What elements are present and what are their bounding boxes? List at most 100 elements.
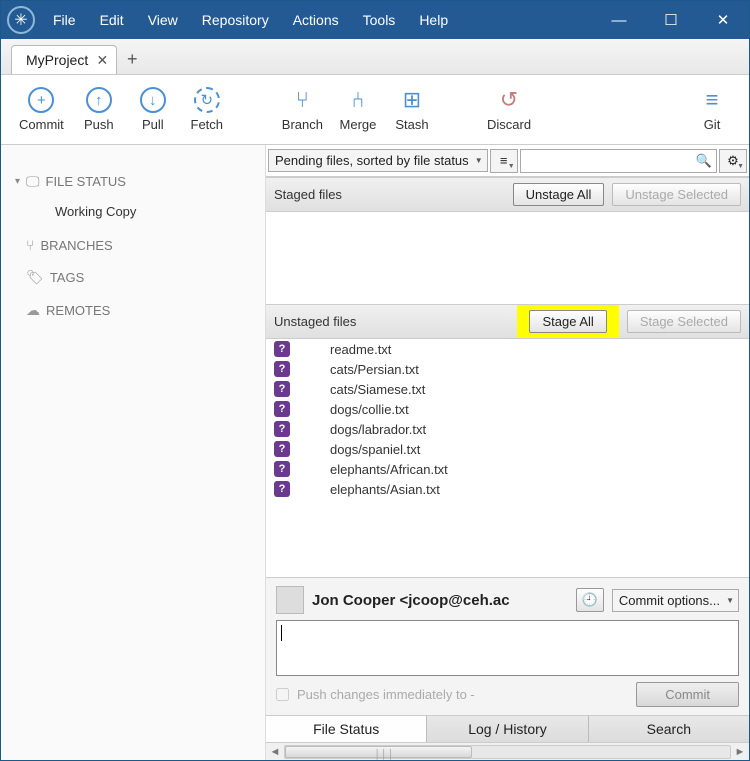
tab-bar: MyProject ✕ +	[1, 39, 749, 75]
unknown-status-icon: ?	[274, 361, 290, 377]
search-icon: 🔍	[696, 153, 712, 169]
sidebar-remotes[interactable]: ▾ ☁ REMOTES	[11, 294, 255, 327]
menu-view[interactable]: View	[138, 8, 188, 32]
file-name: dogs/spaniel.txt	[302, 442, 420, 457]
push-label: Push changes immediately to -	[297, 687, 475, 702]
arrow-up-icon: ↑	[86, 87, 112, 113]
file-row[interactable]: ?readme.txt	[266, 339, 749, 359]
menu-actions[interactable]: Actions	[283, 8, 349, 32]
file-row[interactable]: ? dogs/collie.txt	[266, 399, 749, 419]
fetch-button[interactable]: ↻Fetch	[180, 83, 234, 136]
tab-label: MyProject	[26, 52, 88, 68]
unknown-status-icon: ?	[274, 401, 290, 417]
tab-log-history[interactable]: Log / History	[426, 716, 587, 742]
sidebar-file-status[interactable]: ▾ 🖵 FILE STATUS	[11, 165, 255, 198]
horizontal-scrollbar[interactable]: ◄ │││ ►	[266, 742, 749, 760]
stage-selected-button[interactable]: Stage Selected	[627, 310, 741, 333]
tag-icon: 🏷	[26, 269, 44, 286]
stash-icon: ⊞	[399, 87, 425, 113]
file-name: dogs/labrador.txt	[302, 422, 426, 437]
titlebar: ✳ File Edit View Repository Actions Tool…	[1, 1, 749, 39]
maximize-button[interactable]: ☐	[645, 1, 697, 39]
discard-icon: ↺	[496, 87, 522, 113]
menu-bar: File Edit View Repository Actions Tools …	[43, 8, 458, 32]
merge-button[interactable]: ⑃Merge	[331, 83, 385, 136]
file-name: cats/Siamese.txt	[302, 382, 425, 397]
commit-message-input[interactable]	[276, 620, 739, 676]
chevron-down-icon: ▾	[15, 176, 20, 187]
sidebar-tags[interactable]: ▾ 🏷 TAGS	[11, 261, 255, 294]
file-name: elephants/Asian.txt	[302, 482, 440, 497]
commit-submit-button[interactable]: Commit	[636, 682, 739, 707]
new-tab-button[interactable]: +	[117, 49, 147, 74]
menu-file[interactable]: File	[43, 8, 86, 32]
menu-repository[interactable]: Repository	[192, 8, 279, 32]
plus-icon: +	[28, 87, 54, 113]
merge-icon: ⑃	[345, 87, 371, 113]
refresh-icon: ↻	[194, 87, 220, 113]
menu-tools[interactable]: Tools	[353, 8, 406, 32]
discard-button[interactable]: ↺Discard	[479, 83, 539, 136]
file-row[interactable]: ? dogs/labrador.txt	[266, 419, 749, 439]
branch-icon: ⑂	[289, 87, 315, 113]
file-row[interactable]: ? elephants/African.txt	[266, 459, 749, 479]
unknown-status-icon: ?	[274, 421, 290, 437]
tab-search[interactable]: Search	[588, 716, 749, 742]
scrollbar-thumb[interactable]: │││	[285, 746, 472, 758]
settings-button[interactable]: ⚙	[719, 149, 747, 173]
minimize-button[interactable]: ―	[593, 1, 645, 39]
app-logo-icon: ✳	[7, 6, 35, 34]
file-row[interactable]: ? cats/Persian.txt	[266, 359, 749, 379]
avatar	[276, 586, 304, 614]
staged-title: Staged files	[274, 187, 342, 202]
scroll-right-icon[interactable]: ►	[731, 746, 749, 758]
pull-button[interactable]: ↓Pull	[126, 83, 180, 136]
commit-button[interactable]: +Commit	[11, 83, 72, 136]
commit-author: Jon Cooper <jcoop@ceh.ac	[312, 592, 568, 609]
stage-all-button[interactable]: Stage All	[529, 310, 606, 333]
bottom-tabs: File Status Log / History Search	[266, 715, 749, 742]
unstage-all-button[interactable]: Unstage All	[513, 183, 605, 206]
file-name: elephants/African.txt	[302, 462, 448, 477]
file-name: readme.txt	[302, 342, 391, 357]
sidebar-branches[interactable]: ▾ ⑂ BRANCHES	[11, 229, 255, 261]
history-button[interactable]: 🕘	[576, 588, 604, 612]
unstaged-header: Unstaged files Stage All Stage Selected	[266, 304, 749, 339]
scroll-left-icon[interactable]: ◄	[266, 746, 284, 758]
commit-options-dropdown[interactable]: Commit options...	[612, 589, 739, 612]
branch-button[interactable]: ⑂Branch	[274, 83, 331, 136]
toolbar: +Commit ↑Push ↓Pull ↻Fetch ⑂Branch ⑃Merg…	[1, 75, 749, 145]
cloud-icon: ☁	[26, 302, 40, 319]
terminal-icon: ≡	[699, 87, 725, 113]
push-immediately-checkbox[interactable]	[276, 688, 289, 701]
sidebar-working-copy[interactable]: Working Copy	[11, 198, 255, 229]
push-button[interactable]: ↑Push	[72, 83, 126, 136]
file-row[interactable]: ? cats/Siamese.txt	[266, 379, 749, 399]
file-row[interactable]: ? elephants/Asian.txt	[266, 479, 749, 499]
close-tab-icon[interactable]: ✕	[97, 52, 109, 69]
menu-help[interactable]: Help	[409, 8, 458, 32]
unknown-status-icon: ?	[274, 381, 290, 397]
unknown-status-icon: ?	[274, 461, 290, 477]
menu-edit[interactable]: Edit	[90, 8, 134, 32]
stash-button[interactable]: ⊞Stash	[385, 83, 439, 136]
file-row[interactable]: ?dogs/spaniel.txt	[266, 439, 749, 459]
unknown-status-icon: ?	[274, 481, 290, 497]
view-mode-button[interactable]: ≡	[490, 149, 518, 173]
branch-icon: ⑂	[26, 237, 34, 253]
search-input[interactable]: 🔍	[520, 149, 717, 173]
repo-tab[interactable]: MyProject ✕	[11, 45, 117, 74]
file-name: dogs/collie.txt	[302, 402, 409, 417]
unstaged-title: Unstaged files	[274, 314, 356, 329]
arrow-down-icon: ↓	[140, 87, 166, 113]
git-console-button[interactable]: ≡Git	[685, 83, 739, 136]
unstaged-files-pane: ?readme.txt?cats/Persian.txt?cats/Siames…	[266, 339, 749, 577]
monitor-icon: 🖵	[26, 173, 40, 190]
file-filter-dropdown[interactable]: Pending files, sorted by file status	[268, 149, 488, 172]
filter-bar: Pending files, sorted by file status ≡ 🔍…	[266, 145, 749, 177]
unstage-selected-button[interactable]: Unstage Selected	[612, 183, 741, 206]
commit-panel: Jon Cooper <jcoop@ceh.ac 🕘 Commit option…	[266, 577, 749, 715]
tab-file-status[interactable]: File Status	[266, 716, 426, 742]
file-name: cats/Persian.txt	[302, 362, 419, 377]
close-button[interactable]: ✕	[697, 1, 749, 39]
